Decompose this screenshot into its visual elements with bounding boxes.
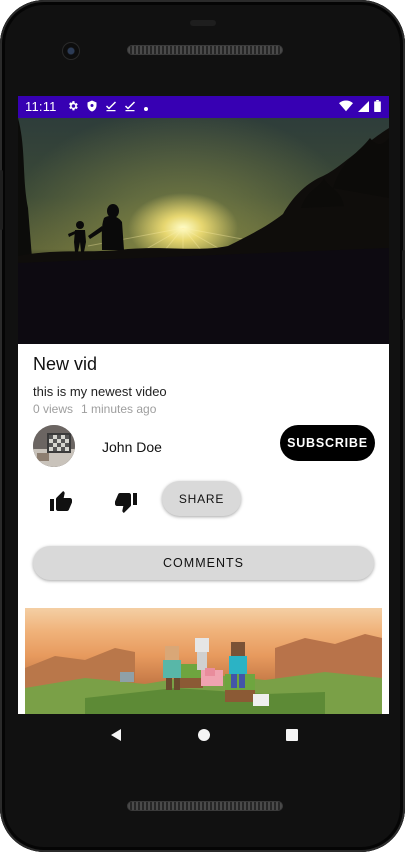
app-screen: 11:11 New vid this is my newest video 0 …: [18, 96, 389, 714]
status-bar: 11:11: [18, 96, 389, 118]
video-meta: 0 views 1 minutes ago: [33, 402, 156, 416]
thumb-down-icon: [114, 490, 138, 519]
upload-age: 1 minutes ago: [81, 402, 157, 416]
back-icon[interactable]: [107, 726, 125, 744]
bottom-speaker: [127, 801, 283, 811]
thumb-up-icon: [49, 490, 73, 519]
phone-frame: 11:11 New vid this is my newest video 0 …: [0, 0, 405, 852]
wifi-icon: [339, 99, 353, 115]
system-icons: [339, 99, 381, 115]
front-camera: [62, 42, 80, 60]
comments-button[interactable]: COMMENTS: [33, 546, 374, 580]
volume-button: [0, 170, 3, 230]
gear-icon: [67, 100, 79, 115]
battery-icon: [374, 99, 381, 115]
earpiece-speaker: [127, 45, 283, 55]
recents-icon[interactable]: [283, 726, 301, 744]
check-download-icon: [124, 100, 136, 115]
video-player[interactable]: [18, 118, 389, 344]
channel-name[interactable]: John Doe: [102, 439, 162, 455]
video-description: this is my newest video: [33, 384, 167, 399]
check-download-icon: [105, 100, 117, 115]
status-time: 11:11: [25, 99, 57, 114]
sensor-slit: [190, 20, 216, 26]
dislike-button[interactable]: [110, 488, 142, 520]
notification-icons: [67, 99, 149, 115]
navigation-bar: [18, 714, 389, 756]
video-title: New vid: [33, 354, 98, 374]
home-icon[interactable]: [195, 726, 213, 744]
dot-icon: [143, 100, 149, 115]
shield-icon: [86, 100, 98, 115]
view-count: 0 views: [33, 402, 74, 416]
share-button[interactable]: SHARE: [162, 481, 241, 516]
like-button[interactable]: [45, 488, 77, 520]
channel-avatar[interactable]: [33, 425, 75, 467]
avatar-image: [33, 425, 75, 467]
next-video-thumbnail[interactable]: [25, 608, 382, 714]
subscribe-button[interactable]: SUBSCRIBE: [280, 425, 375, 461]
signal-icon: [358, 100, 369, 115]
minecraft-thumbnail: [25, 634, 382, 714]
sunset-thumbnail: [18, 118, 389, 344]
